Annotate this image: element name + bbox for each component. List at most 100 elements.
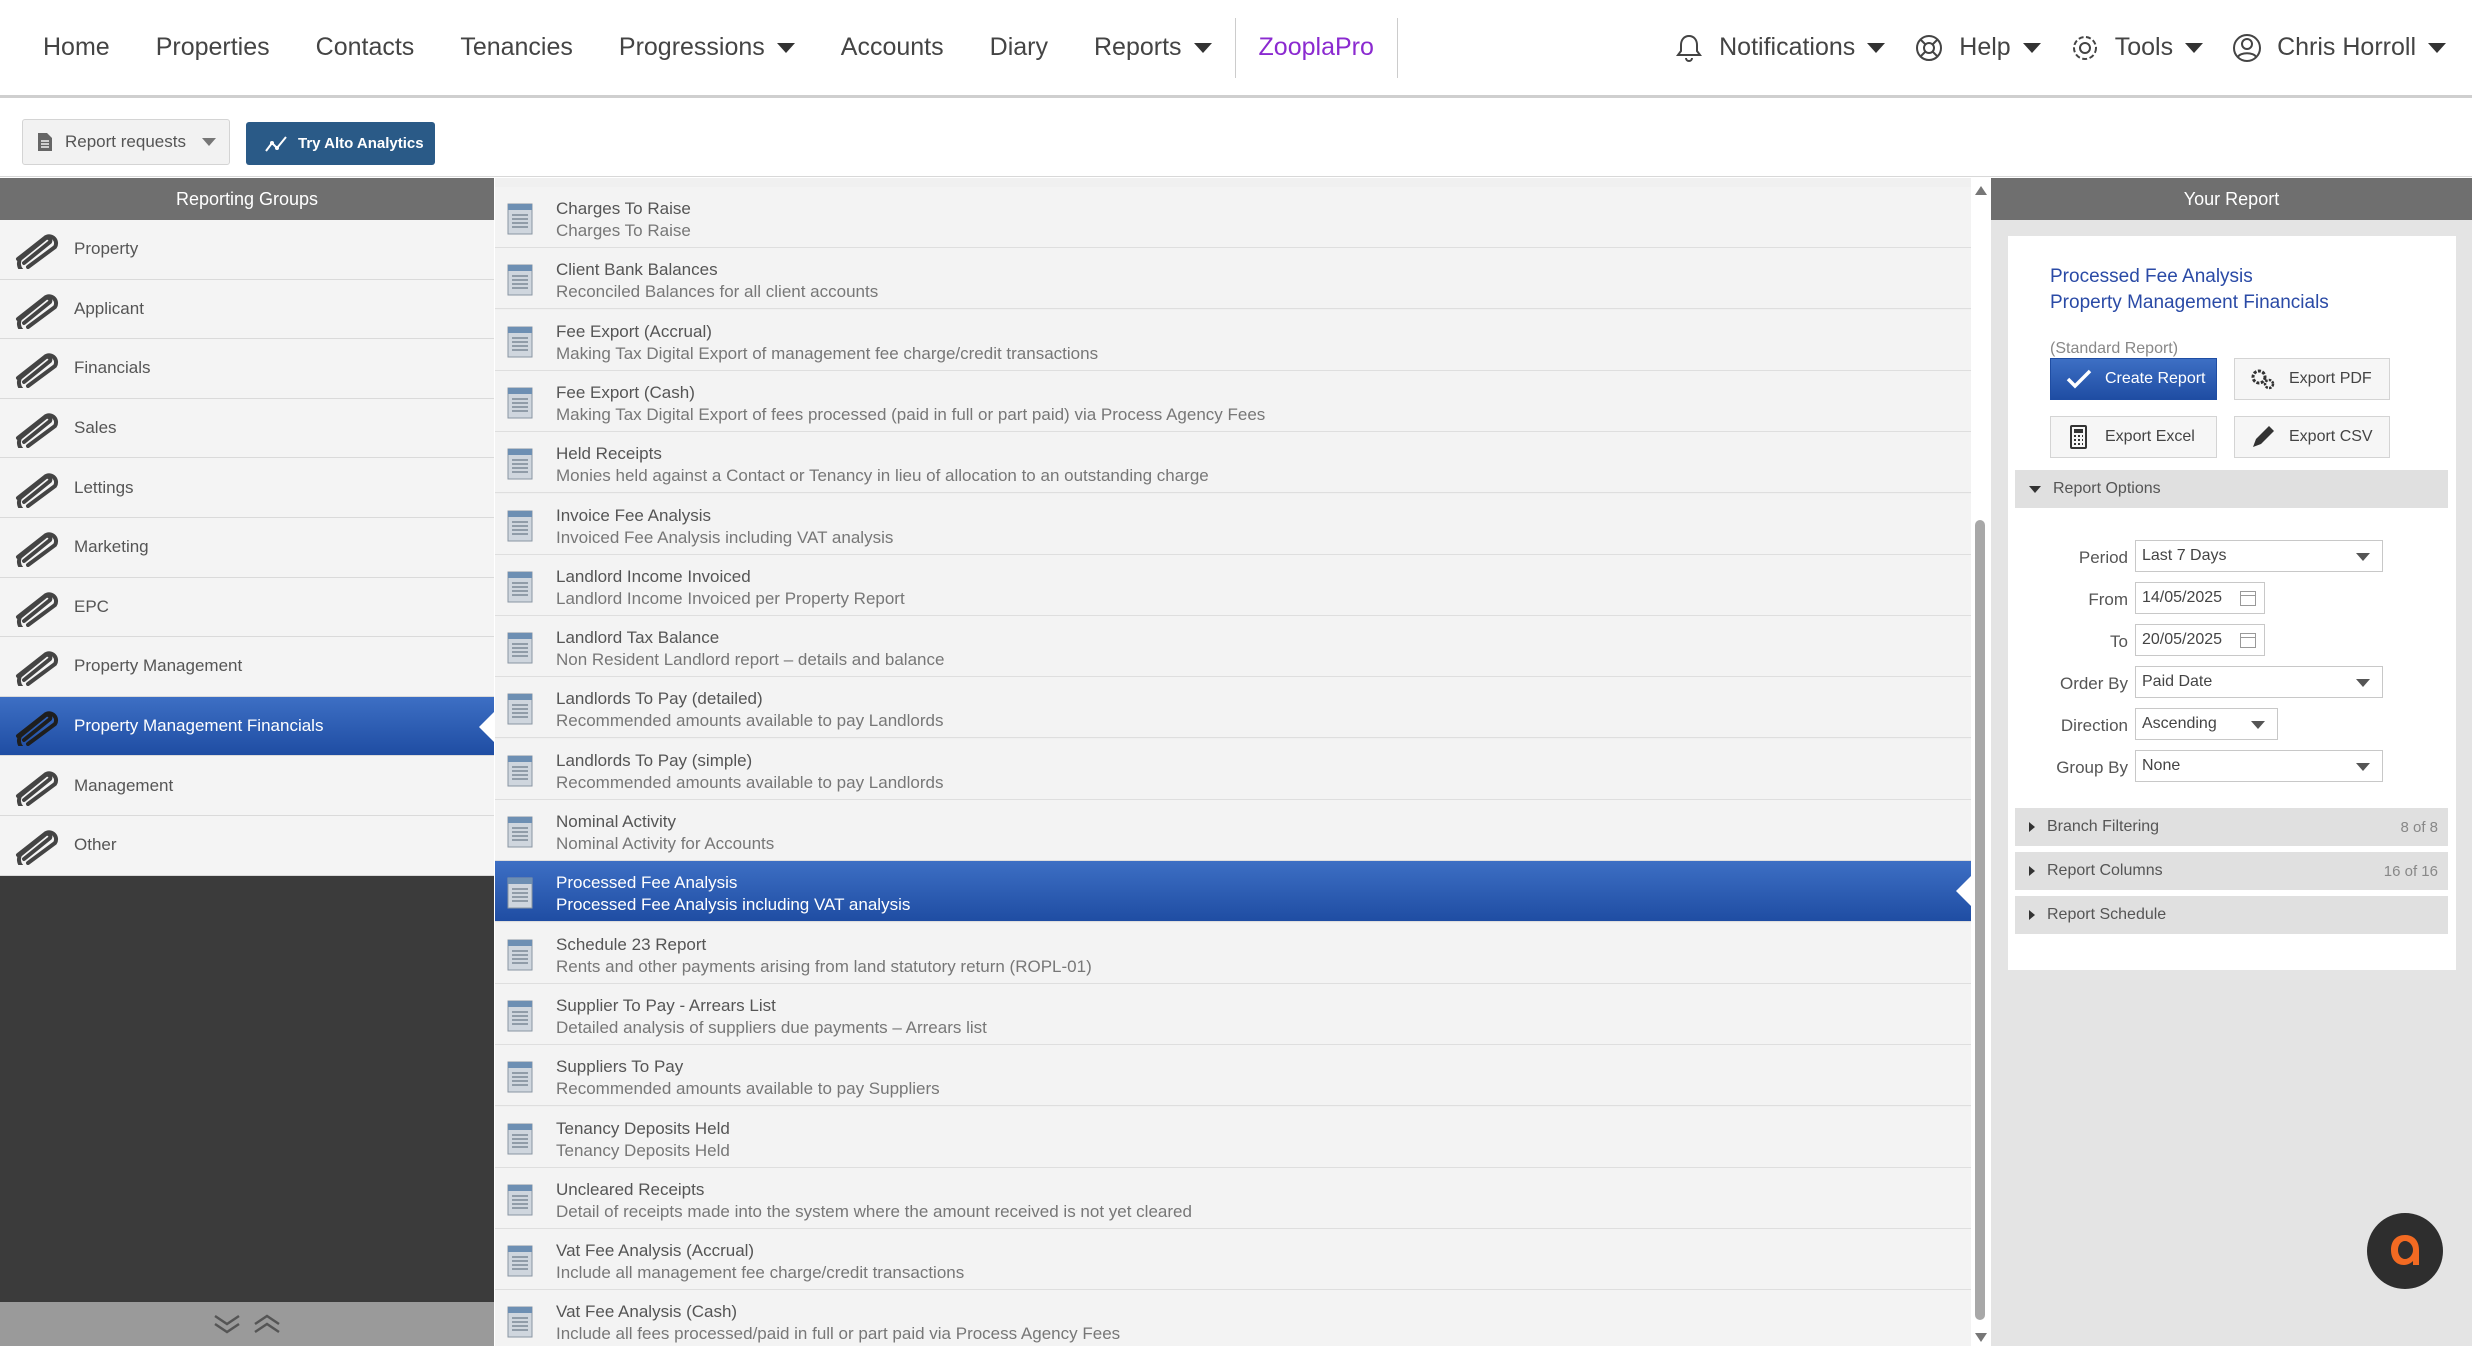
period-select[interactable]: Last 7 Days [2135, 540, 2383, 572]
group-item-financials[interactable]: Financials [0, 339, 494, 399]
nav-progressions[interactable]: Progressions [596, 0, 818, 95]
scrollbar-thumb[interactable] [1975, 520, 1985, 1320]
create-report-button[interactable]: Create Report [2050, 358, 2217, 400]
scroll-down-arrow-icon[interactable] [1975, 1333, 1987, 1342]
report-description: Processed Fee Analysis including VAT ana… [556, 895, 911, 915]
report-list-item[interactable]: Uncleared Receipts Detail of receipts mad… [495, 1167, 1971, 1229]
from-date-value: 14/05/2025 [2142, 589, 2223, 606]
help-menu[interactable]: Help [1899, 0, 2054, 95]
report-options-label: Report Options [2053, 480, 2161, 497]
nav-contacts[interactable]: Contacts [293, 0, 438, 95]
group-item-label: Property Management Financials [74, 716, 324, 736]
group-item-property-management-financials[interactable]: Property Management Financials [0, 696, 494, 757]
report-title: Fee Export (Cash) [556, 382, 695, 402]
group-by-select[interactable]: None [2135, 750, 2383, 782]
paperclip-icon [8, 587, 64, 627]
chevron-down-icon [2356, 679, 2370, 687]
nav-properties[interactable]: Properties [133, 0, 293, 95]
paperclip-icon [8, 408, 64, 449]
try-alto-analytics-button[interactable]: Try Alto Analytics [246, 122, 435, 165]
notifications-menu[interactable]: Notifications [1659, 0, 1899, 95]
report-list-item[interactable]: Processed Fee Analysis Processed Fee Anal… [495, 861, 1971, 923]
export-pdf-button[interactable]: Export PDF [2234, 358, 2390, 400]
report-list-scrollbar[interactable] [1972, 178, 1988, 1346]
report-description: Tenancy Deposits Held [556, 1140, 730, 1160]
nav-home[interactable]: Home [20, 0, 133, 95]
to-date-field[interactable]: 20/05/2025 [2135, 624, 2265, 656]
report-requests-dropdown[interactable]: Report requests [22, 119, 230, 165]
group-item-marketing[interactable]: Marketing [0, 517, 494, 578]
report-list-item[interactable]: Client Bank Balances Reconciled Balances … [495, 248, 1971, 310]
report-description: Making Tax Digital Export of management … [556, 343, 1099, 363]
report-list-item[interactable]: Fee Export (Accrual) Making Tax Digital E… [495, 309, 1971, 371]
report-list-item[interactable]: Fee Export (Cash) Making Tax Digital Expo… [495, 370, 1971, 432]
report-list-item[interactable]: Vat Fee Analysis (Accrual) Include all ma… [495, 1229, 1971, 1291]
report-list-item[interactable]: Vat Fee Analysis (Cash) Include all fees … [495, 1290, 1971, 1346]
nav-diary[interactable]: Diary [967, 0, 1071, 95]
user-menu[interactable]: Chris Horroll [2217, 0, 2460, 95]
order-by-select[interactable]: Paid Date [2135, 666, 2383, 698]
report-description: Rents and other payments arising from la… [556, 956, 1092, 976]
alto-assistant-button[interactable] [2367, 1213, 2443, 1289]
report-schedule-toggle[interactable]: Report Schedule [2015, 896, 2448, 934]
calendar-icon[interactable] [2240, 591, 2256, 606]
group-item-property-management[interactable]: Property Management [0, 637, 494, 697]
nav-accounts[interactable]: Accounts [818, 0, 967, 95]
group-item-lettings[interactable]: Lettings [0, 458, 494, 518]
export-excel-button[interactable]: Export Excel [2050, 416, 2217, 458]
nav-tenancies[interactable]: Tenancies [437, 0, 596, 95]
report-columns-count: 16 of 16 [2383, 862, 2438, 880]
report-options-toggle[interactable]: Report Options [2015, 470, 2448, 508]
gear-icon [2069, 32, 2101, 64]
report-list-item[interactable]: Landlords To Pay (detailed) Recommended a… [495, 677, 1971, 739]
group-item-property[interactable]: Property [0, 220, 494, 280]
calendar-icon[interactable] [2240, 633, 2256, 648]
from-date-field[interactable]: 14/05/2025 [2135, 582, 2265, 614]
scroll-up-arrow-icon[interactable] [1975, 186, 1987, 195]
gears-icon [2249, 367, 2277, 391]
group-item-sales[interactable]: Sales [0, 398, 494, 459]
export-excel-label: Export Excel [2105, 428, 2195, 445]
report-list-item[interactable]: Schedule 23 Report Rents and other paymen… [495, 922, 1971, 984]
report-document-icon [505, 262, 535, 296]
report-description: Recommended amounts available to pay Sup… [556, 1079, 940, 1099]
report-requests-label: Report requests [65, 132, 186, 151]
group-item-label: Management [74, 775, 174, 795]
export-csv-button[interactable]: Export CSV [2234, 416, 2390, 458]
report-columns-toggle[interactable]: Report Columns 16 of 16 [2015, 852, 2448, 890]
collapse-all-icon[interactable] [212, 1313, 242, 1335]
nav-tenancies-label: Tenancies [460, 33, 573, 61]
group-item-applicant[interactable]: Applicant [0, 279, 494, 340]
report-list-item[interactable]: Held Receipts Monies held against a Conta… [495, 432, 1971, 494]
group-item-epc[interactable]: EPC [0, 577, 494, 638]
group-item-management[interactable]: Management [0, 756, 494, 816]
branch-filtering-toggle[interactable]: Branch Filtering 8 of 8 [2015, 808, 2448, 846]
report-list-item[interactable]: Landlord Income Invoiced Landlord Income … [495, 554, 1971, 616]
collapsed-triangle-icon [2029, 910, 2035, 920]
report-list-item[interactable]: Charges To Raise Charges To Raise [495, 187, 1971, 248]
branch-filtering-count: 8 of 8 [2400, 818, 2438, 836]
panel-collapse-controls [0, 1302, 494, 1346]
report-title: Processed Fee Analysis [556, 873, 738, 893]
chevron-down-icon [776, 42, 795, 53]
nav-zooplapro[interactable]: ZooplaPro [1236, 0, 1397, 95]
report-document-icon [505, 630, 535, 664]
report-list-item[interactable]: Tenancy Deposits Held Tenancy Deposits He… [495, 1106, 1971, 1168]
tools-menu[interactable]: Tools [2055, 0, 2217, 95]
nav-reports[interactable]: Reports [1071, 0, 1235, 95]
direction-select[interactable]: Ascending [2135, 708, 2278, 740]
report-description: Landlord Income Invoiced per Property Re… [556, 588, 905, 608]
report-list-item[interactable]: Supplier To Pay - Arrears List Detailed a… [495, 983, 1971, 1045]
report-list-item[interactable]: Suppliers To Pay Recommended amounts avai… [495, 1045, 1971, 1107]
report-list-item[interactable]: Landlord Tax Balance Non Resident Landlor… [495, 616, 1971, 678]
report-list-item[interactable]: Landlords To Pay (simple) Recommended amo… [495, 738, 1971, 800]
expand-all-icon[interactable] [252, 1313, 282, 1335]
report-list-item[interactable]: Invoice Fee Analysis Invoiced Fee Analysi… [495, 493, 1971, 555]
group-item-label: Property [74, 239, 139, 259]
group-item-other[interactable]: Other [0, 815, 494, 876]
report-title: Client Bank Balances [556, 260, 718, 280]
group-item-label: Marketing [74, 537, 149, 557]
group-item-label: Financials [74, 358, 151, 378]
period-label: Period [2078, 548, 2128, 567]
report-list-item[interactable]: Nominal Activity Nominal Activity for Acc… [495, 800, 1971, 861]
